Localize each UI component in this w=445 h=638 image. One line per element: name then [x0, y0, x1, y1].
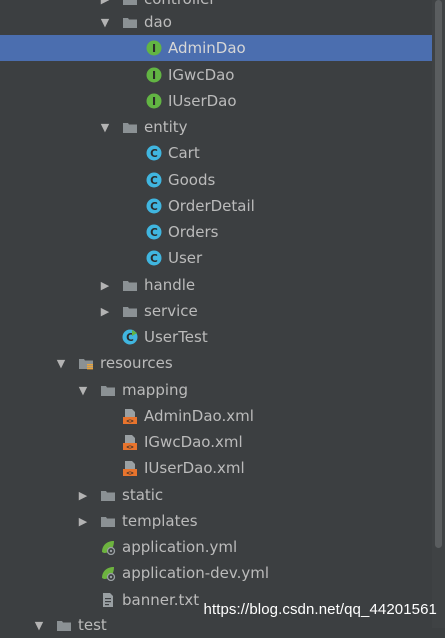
tree-item-dao[interactable]: ▼ dao	[0, 9, 432, 35]
watermark: https://blog.csdn.net/qq_44201561	[203, 601, 437, 618]
svg-text:C: C	[150, 148, 158, 160]
tree-item-label: application-dev.yml	[122, 564, 270, 582]
tree-item-label: application.yml	[122, 538, 238, 556]
tree-item-label: dao	[144, 13, 172, 31]
folder-icon	[56, 617, 72, 633]
interface-icon: I	[146, 40, 162, 56]
chevron-down-icon[interactable]: ▼	[76, 383, 90, 397]
class-icon: C	[146, 145, 162, 161]
svg-text:I: I	[152, 42, 156, 55]
tree-item-label: Cart	[168, 144, 200, 162]
tree-item-usertest[interactable]: C UserTest	[0, 324, 432, 350]
chevron-down-icon[interactable]: ▼	[98, 15, 112, 29]
folder-icon	[122, 277, 138, 293]
text-file-icon	[100, 592, 116, 608]
tree-item-admindao-xml[interactable]: <> AdminDao.xml	[0, 403, 432, 429]
tree-item-label: test	[78, 616, 107, 634]
xml-file-icon: <>	[122, 434, 138, 450]
tree-item-label: static	[122, 486, 164, 504]
class-icon: C	[146, 224, 162, 240]
tree-item-label: AdminDao.xml	[144, 407, 254, 425]
tree-item-label: handle	[144, 276, 196, 294]
resources-folder-icon	[78, 355, 94, 371]
tree-item-label: templates	[122, 512, 198, 530]
folder-icon	[122, 0, 138, 7]
tree-item-iuserdao[interactable]: I IUserDao	[0, 88, 432, 114]
tree-item-label: UserTest	[144, 328, 208, 346]
chevron-right-icon[interactable]: ▶	[98, 304, 112, 318]
tree-item-igwcdao-xml[interactable]: <> IGwcDao.xml	[0, 429, 432, 455]
chevron-right-icon[interactable]: ▶	[76, 514, 90, 528]
folder-icon	[100, 513, 116, 529]
svg-text:<>: <>	[126, 470, 134, 476]
class-icon: C	[146, 172, 162, 188]
tree-item-label: IGwcDao.xml	[144, 433, 243, 451]
tree-item-label: AdminDao	[168, 39, 246, 57]
tree-item-label: OrderDetail	[168, 197, 255, 215]
tree-item-orders[interactable]: C Orders	[0, 219, 432, 245]
project-tree: ▶ controller ▼ dao I AdminDao I IGwcDao …	[0, 0, 432, 634]
svg-text:C: C	[150, 175, 158, 187]
interface-icon: I	[146, 67, 162, 83]
tree-item-label: Goods	[168, 171, 216, 189]
tree-item-label: service	[144, 302, 198, 320]
chevron-right-icon[interactable]: ▶	[98, 0, 112, 6]
xml-file-icon: <>	[122, 460, 138, 476]
svg-text:C: C	[150, 201, 158, 213]
tree-item-label: IUserDao	[168, 92, 237, 110]
tree-item-admindao[interactable]: I AdminDao	[0, 35, 432, 61]
tree-item-handle[interactable]: ▶ handle	[0, 272, 432, 298]
folder-icon	[122, 303, 138, 319]
chevron-down-icon[interactable]: ▼	[32, 618, 46, 632]
tree-item-label: mapping	[122, 381, 189, 399]
tree-item-label: resources	[100, 354, 173, 372]
folder-icon	[100, 487, 116, 503]
test-class-icon: C	[122, 329, 138, 345]
tree-item-label: banner.txt	[122, 591, 200, 609]
chevron-right-icon[interactable]: ▶	[76, 488, 90, 502]
tree-item-label: entity	[144, 118, 188, 136]
svg-text:<>: <>	[126, 444, 134, 450]
folder-icon	[122, 119, 138, 135]
tree-item-application-dev-yml[interactable]: application-dev.yml	[0, 560, 432, 586]
chevron-down-icon[interactable]: ▼	[54, 356, 68, 370]
svg-text:C: C	[150, 227, 158, 239]
tree-item-orderdetail[interactable]: C OrderDetail	[0, 193, 432, 219]
svg-text:I: I	[152, 69, 156, 82]
class-icon: C	[146, 198, 162, 214]
tree-item-iuserdao-xml[interactable]: <> IUserDao.xml	[0, 455, 432, 481]
svg-text:C: C	[150, 253, 158, 265]
folder-icon	[122, 14, 138, 30]
tree-item-user[interactable]: C User	[0, 245, 432, 271]
tree-item-label: User	[168, 249, 203, 267]
chevron-down-icon[interactable]: ▼	[98, 120, 112, 134]
tree-item-label: IGwcDao	[168, 66, 235, 84]
tree-item-cart[interactable]: C Cart	[0, 140, 432, 166]
tree-item-label: Orders	[168, 223, 219, 241]
chevron-right-icon[interactable]: ▶	[98, 278, 112, 292]
spring-config-icon	[100, 565, 116, 581]
class-icon: C	[146, 250, 162, 266]
spring-config-icon	[100, 539, 116, 555]
tree-item-service[interactable]: ▶ service	[0, 298, 432, 324]
folder-icon	[100, 382, 116, 398]
scrollbar-thumb[interactable]	[435, 0, 442, 548]
tree-item-entity[interactable]: ▼ entity	[0, 114, 432, 140]
svg-text:I: I	[152, 95, 156, 108]
tree-item-mapping[interactable]: ▼ mapping	[0, 377, 432, 403]
tree-item-application-yml[interactable]: application.yml	[0, 534, 432, 560]
tree-item-static[interactable]: ▶ static	[0, 482, 432, 508]
tree-item-templates[interactable]: ▶ templates	[0, 508, 432, 534]
tree-item-igwcdao[interactable]: I IGwcDao	[0, 62, 432, 88]
tree-item-goods[interactable]: C Goods	[0, 167, 432, 193]
vertical-scrollbar[interactable]	[432, 0, 445, 628]
interface-icon: I	[146, 93, 162, 109]
tree-item-resources[interactable]: ▼ resources	[0, 350, 432, 376]
tree-item-label: IUserDao.xml	[144, 459, 245, 477]
svg-text:<>: <>	[126, 418, 134, 424]
xml-file-icon: <>	[122, 408, 138, 424]
